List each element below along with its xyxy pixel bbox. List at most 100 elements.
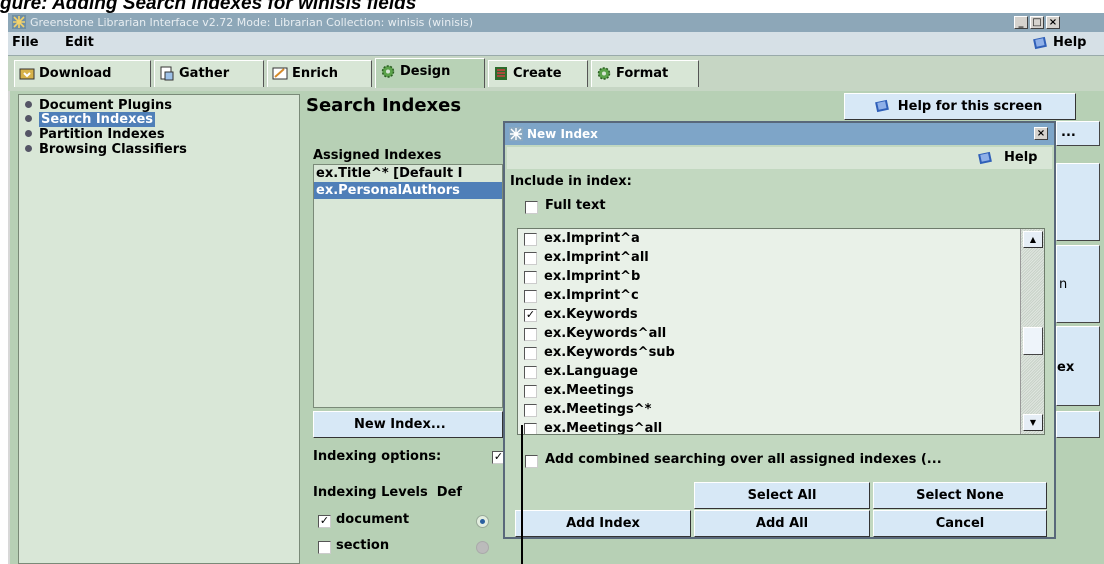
- field-checkbox[interactable]: [524, 404, 537, 417]
- combined-searching-checkbox[interactable]: [525, 455, 538, 468]
- remove-index-button[interactable]: ex: [1056, 326, 1100, 406]
- menu-file[interactable]: File: [12, 35, 39, 50]
- full-text-checkbox[interactable]: [525, 201, 538, 214]
- combined-searching-label: Add combined searching over all assigned…: [545, 452, 942, 467]
- tab-gather-label: Gather: [179, 66, 230, 81]
- move-down-button[interactable]: n: [1056, 245, 1100, 323]
- select-none-button[interactable]: Select None: [873, 482, 1047, 509]
- indexing-levels-label: Indexing Levels Def: [313, 485, 462, 500]
- tab-bar: Download Gather Enrich Design Create For…: [8, 56, 1104, 91]
- scrollbar-thumb[interactable]: [1023, 327, 1043, 355]
- help-icon: [875, 99, 889, 113]
- add-all-button[interactable]: Add All: [694, 510, 870, 537]
- tab-gather[interactable]: Gather: [154, 60, 264, 87]
- list-item[interactable]: ex.Title^* [Default I: [314, 165, 502, 182]
- new-index-dialog: New Index × Help Include in index: Full …: [503, 121, 1056, 539]
- dialog-title-bar[interactable]: New Index ×: [505, 123, 1054, 145]
- remove-index-label: ex: [1057, 360, 1075, 375]
- help-icon: [1033, 36, 1047, 50]
- scroll-up-icon[interactable]: ▲: [1023, 231, 1043, 248]
- vertical-scrollbar[interactable]: ▲ ▼: [1020, 229, 1044, 434]
- level-section-checkbox[interactable]: [318, 541, 331, 554]
- scroll-down-icon[interactable]: ▼: [1023, 414, 1043, 431]
- field-checkbox[interactable]: [524, 328, 537, 341]
- create-icon: [495, 67, 507, 80]
- new-index-button[interactable]: New Index...: [313, 411, 503, 438]
- bullet-icon: [25, 145, 32, 152]
- tab-design[interactable]: Design: [375, 58, 485, 88]
- tab-format-label: Format: [616, 66, 669, 81]
- assigned-indexes-list[interactable]: ex.Title^* [Default I ex.PersonalAuthors: [313, 164, 503, 408]
- select-all-button[interactable]: Select All: [694, 482, 870, 509]
- move-down-label: n: [1059, 277, 1068, 292]
- maximize-button[interactable]: □: [1030, 16, 1044, 29]
- default-label: Def: [436, 485, 463, 500]
- window-title-bar[interactable]: Greenstone Librarian Interface v2.72 Mod…: [8, 13, 1104, 32]
- field-checkbox[interactable]: [524, 385, 537, 398]
- field-checkbox[interactable]: [524, 366, 537, 379]
- enrich-icon: [272, 67, 288, 80]
- gear-icon: [597, 67, 611, 80]
- edit-index-button[interactable]: ...: [1056, 121, 1100, 146]
- full-text-label: Full text: [545, 198, 606, 213]
- set-default-button[interactable]: [1056, 411, 1100, 438]
- field-checkbox[interactable]: [524, 290, 537, 303]
- edit-index-label: ...: [1061, 125, 1076, 140]
- bullet-icon: [25, 101, 32, 108]
- greenstone-logo-icon: [509, 127, 523, 141]
- list-item[interactable]: ex.PersonalAuthors: [314, 182, 502, 199]
- level-section-default-radio: [476, 541, 489, 554]
- assigned-indexes-label: Assigned Indexes: [313, 148, 442, 163]
- annotation-pointer-line: [521, 425, 523, 564]
- bullet-icon: [25, 130, 32, 137]
- help-for-this-screen-label: Help for this screen: [897, 99, 1043, 114]
- level-document-label: document: [336, 512, 410, 527]
- include-in-index-label: Include in index:: [510, 174, 632, 189]
- menu-bar: File Edit Help: [8, 32, 1104, 56]
- gather-icon: [160, 66, 174, 81]
- dialog-close-button[interactable]: ×: [1034, 127, 1048, 140]
- level-document-checkbox[interactable]: ✓: [318, 515, 331, 528]
- field-checkbox-checked[interactable]: ✓: [524, 309, 537, 322]
- sidebar-item-partition-indexes[interactable]: Partition Indexes: [25, 127, 165, 142]
- level-document-default-radio[interactable]: [476, 515, 489, 528]
- menu-help[interactable]: Help: [1053, 35, 1086, 50]
- greenstone-logo-icon: [12, 15, 26, 29]
- add-index-button[interactable]: Add Index: [515, 510, 691, 537]
- indexing-levels-text: Indexing Levels: [313, 485, 428, 500]
- field-checkbox[interactable]: [524, 347, 537, 360]
- tab-download-label: Download: [39, 66, 112, 81]
- field-checkbox[interactable]: [524, 233, 537, 246]
- tab-create-label: Create: [513, 66, 562, 81]
- tab-format[interactable]: Format: [591, 60, 699, 87]
- tab-enrich-label: Enrich: [292, 66, 338, 81]
- dialog-title: New Index: [527, 127, 598, 141]
- tab-design-label: Design: [400, 64, 451, 79]
- dialog-help-button[interactable]: Help: [1004, 150, 1037, 165]
- tab-enrich[interactable]: Enrich: [267, 60, 372, 87]
- design-sections-list[interactable]: Document Plugins Search Indexes Partitio…: [18, 94, 300, 564]
- minimize-button[interactable]: _: [1014, 16, 1028, 29]
- sidebar-item-document-plugins[interactable]: Document Plugins: [25, 98, 172, 113]
- help-for-this-screen-button[interactable]: Help for this screen: [844, 93, 1076, 120]
- close-button[interactable]: ×: [1046, 16, 1060, 29]
- field-checkbox[interactable]: [524, 423, 537, 434]
- window-title: Greenstone Librarian Interface v2.72 Mod…: [30, 16, 474, 29]
- cancel-button[interactable]: Cancel: [873, 510, 1047, 537]
- tab-create[interactable]: Create: [488, 60, 588, 87]
- sidebar-item-search-indexes[interactable]: Search Indexes: [25, 112, 156, 127]
- field-checkbox[interactable]: [524, 271, 537, 284]
- level-section-label: section: [336, 538, 390, 553]
- indexing-options-label: Indexing options:: [313, 449, 442, 464]
- gear-icon: [381, 65, 395, 78]
- field-checkbox[interactable]: [524, 252, 537, 265]
- page-title: Search Indexes: [306, 95, 462, 116]
- sidebar-item-browsing-classifiers[interactable]: Browsing Classifiers: [25, 142, 187, 157]
- menu-edit[interactable]: Edit: [65, 35, 94, 50]
- tab-download[interactable]: Download: [14, 60, 151, 87]
- help-icon: [978, 151, 992, 165]
- metadata-fields-list[interactable]: ex.Imprint^a ex.Imprint^all ex.Imprint^b…: [517, 228, 1045, 435]
- bullet-icon: [25, 115, 32, 122]
- move-up-button[interactable]: [1056, 163, 1100, 241]
- download-icon: [19, 68, 35, 80]
